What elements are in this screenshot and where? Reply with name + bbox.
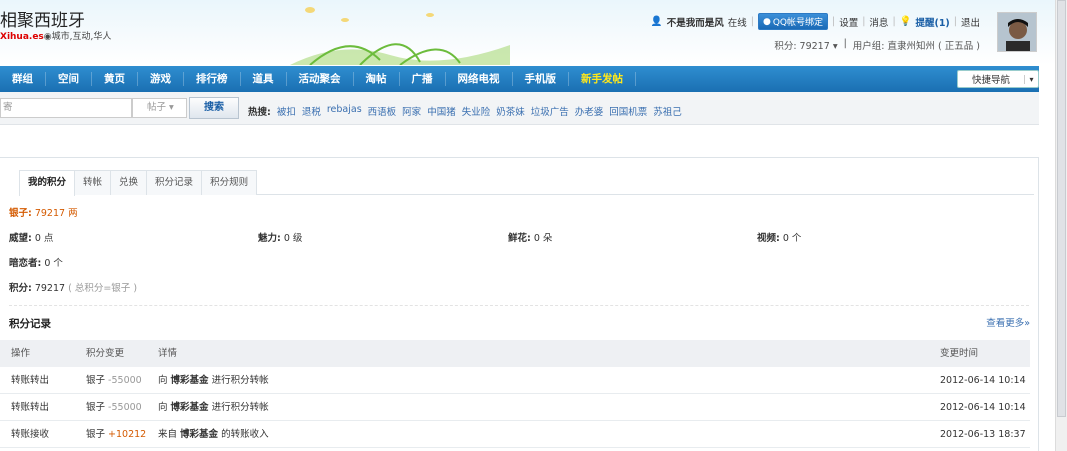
user-bar: 👤 不是我而是风 在线 | ● QQ帐号绑定 | 设置 | 消息 | 💡 提醒(1… (651, 13, 980, 30)
tab[interactable]: 积分记录 (146, 170, 203, 195)
nav-item[interactable]: 游戏 (138, 72, 184, 86)
site-header: 相聚西班牙 Xihua.es◉城市,互动,华人 👤 不是我而是风 在线 | ● Q… (0, 0, 1055, 65)
table-row: 转账转出 银子 -55000 向 博彩基金 进行积分转帐 2012-06-14 10:… (0, 367, 1030, 394)
credits-panel: 我的积分 转帐 兑换 积分记录 积分规则 银子: 79217 两 威望: 0 点 魅力:… (0, 157, 1039, 451)
site-tagline: 城市,互动,华人 (51, 32, 112, 42)
hot-keyword-link[interactable]: 阿家 (402, 104, 421, 118)
chevron-down-icon: ▾ (169, 102, 174, 113)
hot-keyword-link[interactable]: 被扣 (277, 104, 296, 118)
detail-cell: 来自 博彩基金 的转账收入 (158, 429, 269, 440)
points-item: 积分: 79217 ( 总积分=银子 ) (9, 283, 138, 294)
change-cell: 银子 +10212 (86, 429, 147, 440)
qq-icon: ● (762, 16, 771, 27)
reminder-link[interactable]: 提醒(1) (915, 15, 949, 29)
target-link[interactable]: 博彩基金 (180, 429, 218, 440)
time-cell: 2012-06-13 18:37 (940, 429, 1026, 440)
hot-keyword-link[interactable]: 回国机票 (609, 104, 647, 118)
flowers-item: 鲜花: 0 朵 (508, 233, 553, 244)
tab[interactable]: 转帐 (74, 170, 112, 195)
site-domain: Xihua.es (0, 32, 44, 42)
dot-icon: ◉ (43, 32, 52, 42)
tab[interactable]: 积分规则 (201, 170, 258, 195)
target-link[interactable]: 博彩基金 (171, 402, 209, 413)
hot-keyword-link[interactable]: 奶茶妹 (496, 104, 525, 118)
nav-item[interactable]: 新手发帖 (569, 72, 636, 86)
view-more-link[interactable]: 查看更多» (986, 315, 1030, 329)
action-cell: 转账转出 (11, 375, 50, 386)
logout-link[interactable]: 退出 (961, 15, 980, 29)
search-bar: 寄 帖子 ▾ 搜索 热搜: 被扣 退税 rebajas 西语板 阿家 中国猪 失业险 奶茶妹垃… (0, 92, 1039, 125)
nav-item[interactable]: 黄页 (92, 72, 138, 86)
credits-tabs: 我的积分 转帐 兑换 积分记录 积分规则 (19, 170, 1034, 196)
table-row: 转账接收 银子 +10212 来自 博彩基金 的转账收入 2012-06-13 18:… (0, 421, 1030, 448)
hot-keyword-link[interactable]: 西语板 (368, 104, 397, 118)
detail-cell: 向 博彩基金 进行积分转帐 (158, 402, 269, 413)
scrollbar[interactable] (1055, 0, 1067, 451)
avatar-image (998, 13, 1036, 51)
lightbulb-icon: 💡 (899, 16, 912, 27)
chevron-down-icon: ▾ (1024, 74, 1038, 84)
divider (9, 305, 1029, 306)
site-logo-subtitle: Xihua.es◉城市,互动,华人 (0, 29, 111, 42)
hot-keyword-link[interactable]: 中国猪 (427, 104, 456, 118)
action-cell: 转账接收 (11, 429, 50, 440)
nav-item[interactable]: 淘帖 (354, 72, 400, 86)
target-link[interactable]: 博彩基金 (171, 375, 209, 386)
points-dropdown[interactable]: 积分: 79217 ▾ (774, 38, 837, 52)
search-type-select[interactable]: 帖子 ▾ (132, 98, 187, 118)
hot-keyword-link[interactable]: 苏祖己 (653, 104, 682, 118)
nav-item[interactable]: 活动聚会 (287, 72, 354, 86)
hot-search-label: 热搜: (248, 107, 271, 118)
username-link[interactable]: 不是我而是风 (667, 15, 724, 29)
tab[interactable]: 我的积分 (19, 170, 76, 196)
hot-keyword-link[interactable]: 垃圾广告 (531, 104, 569, 118)
action-cell: 转账转出 (11, 402, 50, 413)
detail-cell: 向 博彩基金 进行积分转帐 (158, 375, 269, 386)
time-cell: 2012-06-14 10:14 (940, 402, 1026, 413)
silver-row: 银子: 79217 两 (9, 208, 78, 219)
hot-keyword-link[interactable]: 办老婆 (575, 104, 604, 118)
scrollbar-thumb[interactable] (1057, 0, 1066, 417)
settings-link[interactable]: 设置 (839, 15, 858, 29)
charm-item: 魅力: 0 级 (258, 233, 303, 244)
change-cell: 银子 -55000 (86, 402, 142, 413)
nav-item[interactable]: 排行榜 (184, 72, 241, 86)
prestige-item: 威望: 0 点 (9, 233, 54, 244)
hot-keyword-link[interactable]: rebajas (327, 104, 362, 118)
qq-bind-button[interactable]: ● QQ帐号绑定 (757, 13, 828, 30)
silver-value: 79217 两 (34, 208, 78, 219)
records-table: 操作 积分变更 详情 变更时间 转账转出 银子 -55000 向 博彩基金 进行积分… (0, 340, 1030, 448)
user-icon: 👤 (650, 16, 663, 27)
time-cell: 2012-06-14 10:14 (940, 375, 1026, 386)
site-logo-title[interactable]: 相聚西班牙 (0, 6, 85, 31)
hot-keyword-link[interactable]: 退税 (302, 104, 321, 118)
user-group-link[interactable]: 用户组: 直隶州知州 ( 正五品 ) (853, 38, 980, 52)
search-input[interactable]: 寄 (0, 98, 132, 118)
user-info-bar: 积分: 79217 ▾ | 用户组: 直隶州知州 ( 正五品 ) (774, 38, 980, 52)
hot-search: 热搜: 被扣 退税 rebajas 西语板 阿家 中国猪 失业险 奶茶妹 垃圾广告 办老婆 回国机票… (248, 104, 682, 118)
change-cell: 银子 -55000 (86, 375, 142, 386)
main-nav: 群组 空间 黄页 游戏 排行榜 道具 活动聚会 淘帖 广播 网络电视 手机版 新手发帖 快捷导航 ▾ (0, 66, 1039, 92)
nav-item[interactable]: 群组 (0, 72, 46, 86)
tab[interactable]: 兑换 (110, 170, 148, 195)
nav-item[interactable]: 手机版 (513, 72, 569, 86)
online-status[interactable]: 在线 (728, 15, 747, 29)
nav-item[interactable]: 道具 (241, 72, 287, 86)
admirers-item: 暗恋者: 0 个 (9, 258, 63, 269)
search-button[interactable]: 搜索 (189, 97, 239, 119)
video-item: 视频: 0 个 (757, 233, 802, 244)
records-title: 积分记录 (9, 318, 51, 330)
points-formula: ( 总积分=银子 ) (68, 283, 138, 294)
avatar[interactable] (997, 12, 1037, 52)
table-header: 操作 积分变更 详情 变更时间 (0, 340, 1030, 367)
messages-link[interactable]: 消息 (869, 15, 888, 29)
hot-keyword-link[interactable]: 失业险 (462, 104, 491, 118)
nav-item[interactable]: 网络电视 (446, 72, 513, 86)
chevron-down-icon: ▾ (832, 41, 838, 52)
nav-item[interactable]: 广播 (400, 72, 446, 86)
nav-item[interactable]: 空间 (46, 72, 92, 86)
table-row: 转账转出 银子 -55000 向 博彩基金 进行积分转帐 2012-06-14 10:… (0, 394, 1030, 421)
grass-decoration (290, 7, 510, 65)
quick-nav-button[interactable]: 快捷导航 ▾ (957, 70, 1039, 88)
